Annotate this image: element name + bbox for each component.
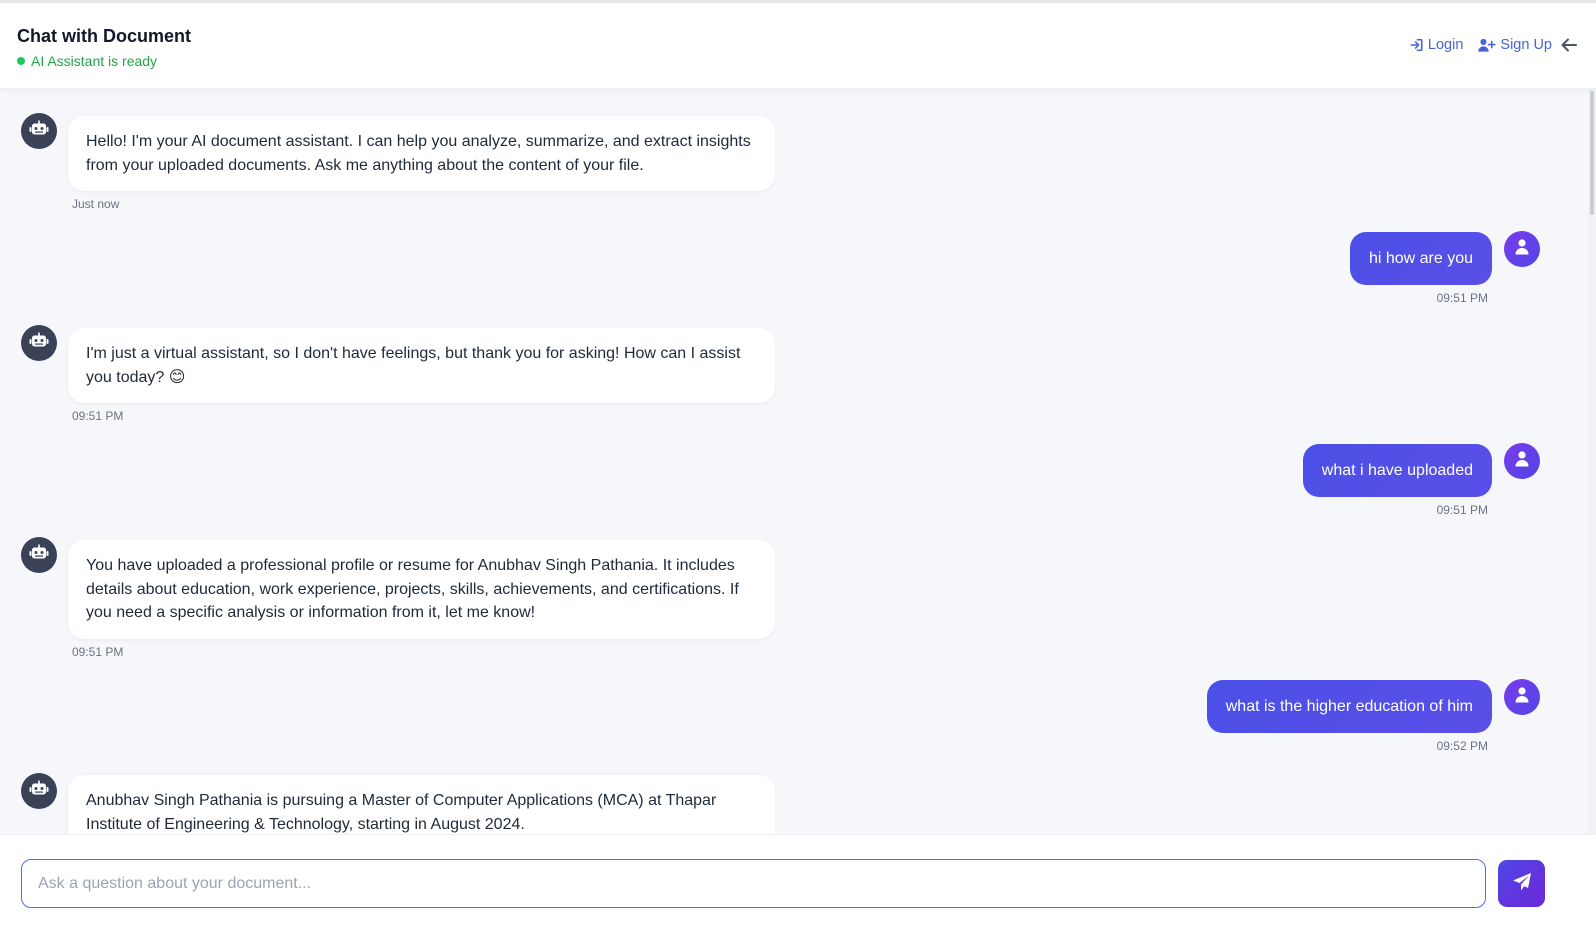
robot-icon bbox=[29, 120, 49, 143]
user-icon bbox=[1515, 238, 1529, 260]
user-message: hi how are you bbox=[1349, 232, 1492, 285]
robot-icon bbox=[29, 780, 49, 803]
bot-avatar bbox=[21, 773, 57, 809]
assistant-status: AI Assistant is ready bbox=[17, 53, 157, 69]
message-time: 09:51 PM bbox=[1436, 291, 1488, 305]
paper-plane-icon bbox=[1512, 872, 1532, 895]
user-icon bbox=[1515, 450, 1529, 472]
message-time: 09:51 PM bbox=[72, 409, 124, 423]
chat-messages[interactable]: Hello! I'm your AI document assistant. I… bbox=[0, 89, 1596, 834]
bot-message: Hello! I'm your AI document assistant. I… bbox=[68, 116, 775, 191]
message-time: 09:51 PM bbox=[72, 645, 124, 659]
message-time: Just now bbox=[72, 197, 120, 211]
user-message: what i have uploaded bbox=[1302, 444, 1492, 497]
user-avatar bbox=[1504, 443, 1540, 479]
scroll-thumb[interactable] bbox=[1590, 91, 1594, 215]
user-plus-icon bbox=[1477, 38, 1497, 52]
login-link[interactable]: Login bbox=[1409, 37, 1463, 53]
auth-nav: Login Sign Up bbox=[1409, 37, 1552, 53]
bot-message: Anubhav Singh Pathania is pursuing a Mas… bbox=[68, 775, 775, 834]
sign-in-icon bbox=[1409, 38, 1424, 52]
send-button[interactable] bbox=[1498, 860, 1545, 907]
status-text: AI Assistant is ready bbox=[31, 53, 158, 69]
user-icon bbox=[1515, 686, 1529, 708]
robot-icon bbox=[29, 544, 49, 567]
page-title: Chat with Document bbox=[17, 26, 191, 46]
login-label: Login bbox=[1427, 37, 1464, 53]
message-composer bbox=[0, 834, 1596, 942]
user-message: what is the higher education of him bbox=[1206, 680, 1492, 733]
message-time: 09:51 PM bbox=[1436, 503, 1488, 517]
bot-avatar bbox=[21, 325, 57, 361]
bot-avatar bbox=[21, 537, 57, 573]
user-avatar bbox=[1504, 679, 1540, 715]
status-dot-icon bbox=[17, 57, 25, 65]
message-time: 09:52 PM bbox=[1436, 739, 1488, 753]
signup-link[interactable]: Sign Up bbox=[1477, 37, 1552, 53]
bot-avatar bbox=[21, 113, 57, 149]
user-avatar bbox=[1504, 231, 1540, 267]
question-input[interactable] bbox=[21, 859, 1486, 908]
robot-icon bbox=[29, 332, 49, 355]
arrow-left-icon bbox=[1560, 38, 1578, 57]
bot-message: I'm just a virtual assistant, so I don't… bbox=[68, 328, 775, 403]
back-button[interactable] bbox=[1560, 37, 1578, 58]
chat-scrollbar[interactable] bbox=[1588, 89, 1596, 834]
chat-header: Chat with Document AI Assistant is ready… bbox=[0, 3, 1596, 89]
bot-message: You have uploaded a professional profile… bbox=[68, 540, 775, 639]
signup-label: Sign Up bbox=[1500, 37, 1552, 53]
